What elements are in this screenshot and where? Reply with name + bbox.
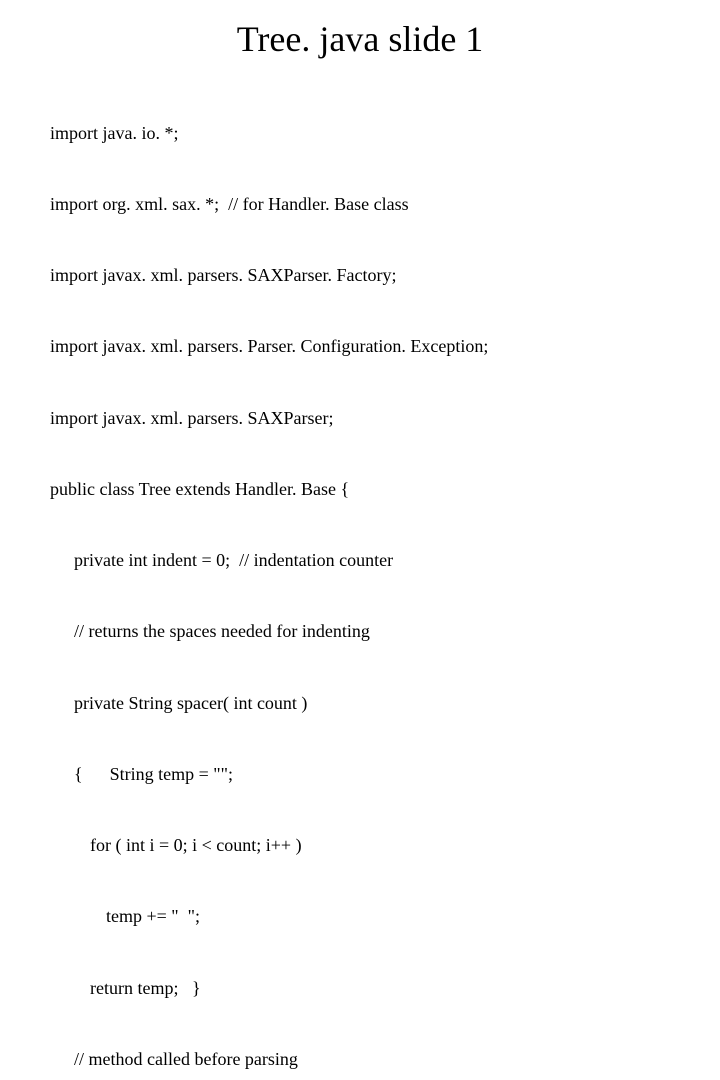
code-line: return temp; } <box>50 977 670 1001</box>
code-line: temp += " "; <box>50 905 670 929</box>
code-line: private int indent = 0; // indentation c… <box>50 549 670 573</box>
code-line: // method called before parsing <box>50 1048 670 1072</box>
code-line: { String temp = ""; <box>50 763 670 787</box>
code-line: for ( int i = 0; i < count; i++ ) <box>50 834 670 858</box>
slide-title: Tree. java slide 1 <box>50 18 670 60</box>
code-line: private String spacer( int count ) <box>50 692 670 716</box>
code-line: import org. xml. sax. *; // for Handler.… <box>50 193 670 217</box>
code-block: import java. io. *; import org. xml. sax… <box>50 74 670 1080</box>
code-line: import java. io. *; <box>50 122 670 146</box>
code-line: public class Tree extends Handler. Base … <box>50 478 670 502</box>
code-line: import javax. xml. parsers. SAXParser. F… <box>50 264 670 288</box>
code-line: import javax. xml. parsers. SAXParser; <box>50 407 670 431</box>
code-line: import javax. xml. parsers. Parser. Conf… <box>50 335 670 359</box>
code-line: // returns the spaces needed for indenti… <box>50 620 670 644</box>
